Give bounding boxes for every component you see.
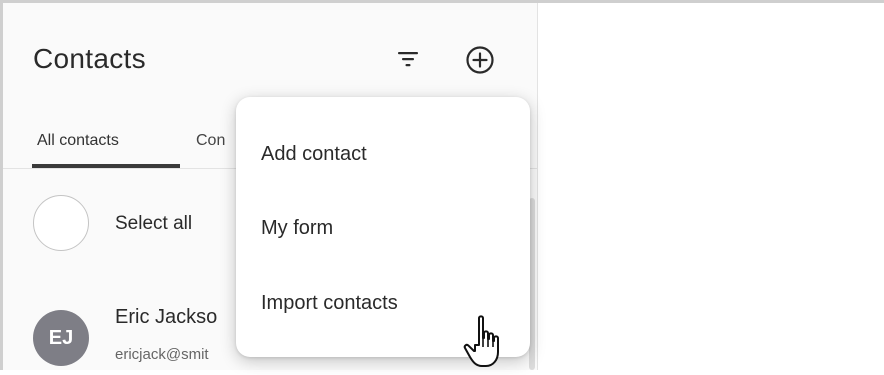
menu-item-label: Import contacts [261, 292, 398, 314]
tab-all-contacts[interactable]: All contacts [37, 132, 119, 150]
menu-item-my-form[interactable]: My form [236, 199, 530, 257]
menu-item-label: My form [261, 217, 334, 239]
avatar-initials: EJ [48, 326, 74, 349]
contact-name[interactable]: Eric Jackso [115, 306, 217, 329]
select-all-label: Select all [115, 213, 193, 234]
filter-icon[interactable] [396, 47, 420, 71]
select-all-checkbox[interactable] [33, 195, 89, 251]
menu-item-label: Add contact [261, 143, 367, 165]
page-title: Contacts [33, 43, 146, 74]
plus-circle-icon[interactable] [463, 43, 497, 77]
contact-email: ericjack@smit [115, 346, 209, 363]
menu-item-add-contact[interactable]: Add contact [236, 125, 530, 183]
avatar: EJ [33, 310, 89, 366]
hand-pointer-icon [461, 314, 507, 370]
tab-second[interactable]: Con [196, 132, 225, 150]
